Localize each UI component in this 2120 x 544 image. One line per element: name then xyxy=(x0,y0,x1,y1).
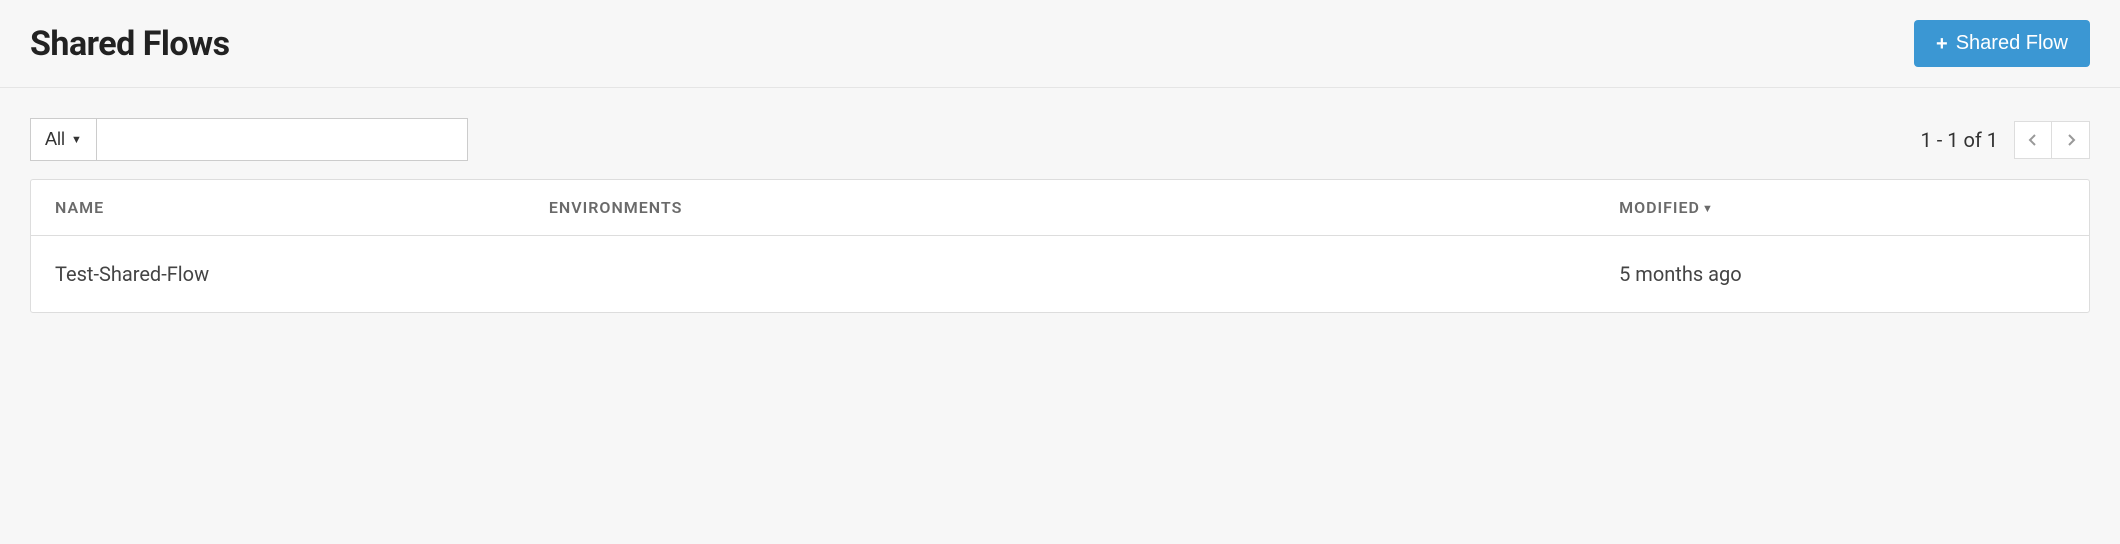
cell-environments xyxy=(525,236,1595,312)
column-header-modified[interactable]: MODIFIED▼ xyxy=(1595,180,2089,236)
caret-down-icon: ▼ xyxy=(71,134,82,146)
column-label: MODIFIED xyxy=(1619,198,1700,217)
prev-page-button[interactable] xyxy=(2014,121,2052,159)
column-header-environments[interactable]: ENVIRONMENTS xyxy=(525,180,1595,236)
search-input[interactable] xyxy=(97,119,467,160)
pagination: 1 - 1 of 1 xyxy=(1921,121,2090,159)
next-page-button[interactable] xyxy=(2052,121,2090,159)
column-label: NAME xyxy=(55,198,104,217)
page-title: Shared Flows xyxy=(30,24,230,64)
pager-buttons xyxy=(2014,121,2090,159)
filter-dropdown[interactable]: All ▼ xyxy=(31,119,97,160)
sort-desc-icon: ▼ xyxy=(1702,202,1714,215)
cell-modified: 5 months ago xyxy=(1595,236,2089,312)
cell-name: Test-Shared-Flow xyxy=(31,236,525,312)
table-container: NAME ENVIRONMENTS MODIFIED▼ Test-Shared-… xyxy=(0,179,2120,343)
toolbar: All ▼ 1 - 1 of 1 xyxy=(0,88,2120,179)
page-header: Shared Flows + Shared Flow xyxy=(0,0,2120,88)
filter-group: All ▼ xyxy=(30,118,468,161)
chevron-left-icon xyxy=(2028,133,2038,147)
table-header-row: NAME ENVIRONMENTS MODIFIED▼ xyxy=(31,180,2089,236)
plus-icon: + xyxy=(1936,34,1948,54)
shared-flows-table: NAME ENVIRONMENTS MODIFIED▼ Test-Shared-… xyxy=(30,179,2090,313)
pagination-status: 1 - 1 of 1 xyxy=(1921,128,1998,152)
column-label: ENVIRONMENTS xyxy=(549,198,682,217)
chevron-right-icon xyxy=(2066,133,2076,147)
table-row[interactable]: Test-Shared-Flow 5 months ago xyxy=(31,236,2089,312)
create-shared-flow-button[interactable]: + Shared Flow xyxy=(1914,20,2090,67)
create-button-label: Shared Flow xyxy=(1956,32,2068,55)
column-header-name[interactable]: NAME xyxy=(31,180,525,236)
filter-selected-label: All xyxy=(45,129,65,150)
